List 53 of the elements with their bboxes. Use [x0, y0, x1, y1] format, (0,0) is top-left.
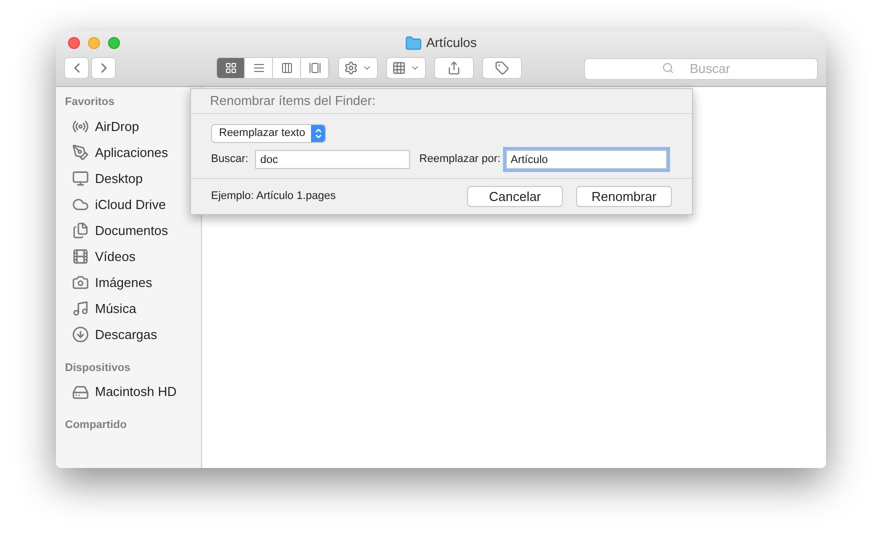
- view-mode-button[interactable]: [301, 58, 329, 78]
- search-field[interactable]: Buscar: [584, 58, 818, 80]
- pen-icon: [72, 144, 89, 161]
- sheet-title: Renombrar ítems del Finder:: [191, 89, 692, 114]
- close-button[interactable]: [68, 37, 80, 49]
- view-mode-button[interactable]: [273, 58, 301, 78]
- radio-waves-icon: [72, 118, 89, 135]
- documents-icon: [72, 222, 89, 239]
- sidebar-item[interactable]: Música: [65, 296, 201, 322]
- forward-button[interactable]: [91, 57, 116, 79]
- film-icon: [72, 248, 89, 265]
- mode-popup-button[interactable]: Reemplazar texto: [211, 124, 326, 143]
- sheet-button[interactable]: Cancelar: [467, 186, 563, 207]
- sidebar-section-title: Compartido: [65, 418, 128, 433]
- sidebar-section-title: Favoritos: [65, 95, 116, 110]
- replace-field[interactable]: Artículo: [506, 150, 667, 169]
- view-mode-button[interactable]: [245, 58, 273, 78]
- sidebar-item[interactable]: Vídeos: [65, 244, 201, 270]
- example-text: Ejemplo: Artículo 1.pages: [211, 189, 336, 204]
- tag-button[interactable]: [482, 57, 522, 79]
- find-field[interactable]: doc: [255, 150, 410, 169]
- camera-icon: [72, 274, 89, 291]
- back-button[interactable]: [64, 57, 89, 79]
- replace-label: Reemplazar por:: [419, 152, 501, 168]
- sidebar-item[interactable]: Imágenes: [65, 270, 201, 296]
- view-mode-button[interactable]: [217, 58, 245, 78]
- grid-icon: [392, 61, 406, 75]
- columns-view-icon: [280, 62, 292, 74]
- sidebar-item[interactable]: Documentos: [65, 218, 201, 244]
- cloud-icon: [72, 196, 89, 213]
- hard-drive-icon: [72, 384, 89, 400]
- sheet-button[interactable]: Renombrar: [576, 186, 672, 207]
- tag-icon: [495, 61, 509, 75]
- share-button[interactable]: [434, 57, 474, 79]
- monitor-icon: [72, 170, 89, 187]
- share-icon: [447, 61, 461, 75]
- cover-flow-icon: [308, 62, 320, 74]
- find-label: Buscar:: [211, 152, 248, 168]
- folder-icon: [405, 34, 422, 52]
- arrange-menu-button[interactable]: [386, 57, 426, 79]
- stepper-icon: [311, 125, 326, 142]
- sidebar-item[interactable]: Descargas: [65, 322, 201, 348]
- action-menu-button[interactable]: [338, 57, 378, 79]
- music-note-icon: [72, 300, 89, 317]
- window-title: Artículos: [426, 34, 477, 52]
- grid-view-icon: [224, 62, 236, 74]
- search-icon: [662, 62, 674, 74]
- sidebar-section-title: Dispositivos: [65, 360, 132, 376]
- download-icon: [72, 326, 89, 343]
- zoom-button[interactable]: [108, 37, 120, 49]
- list-view-icon: [252, 62, 264, 74]
- gear-icon: [344, 61, 358, 75]
- sidebar-item[interactable]: Macintosh HD: [65, 379, 201, 405]
